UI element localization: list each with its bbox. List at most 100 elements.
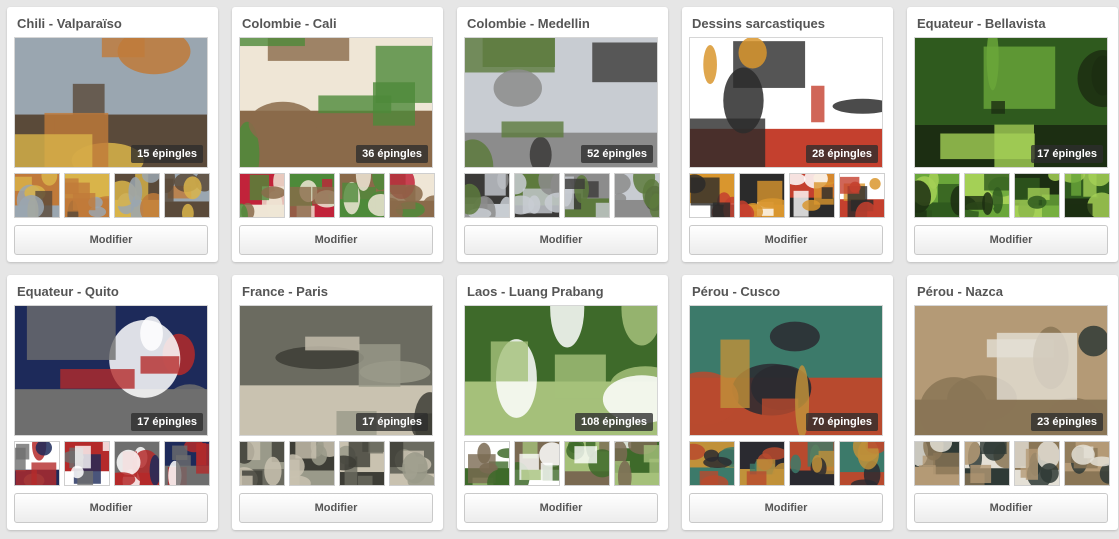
photo-icon <box>740 442 784 485</box>
board-thumbnail[interactable] <box>14 173 60 218</box>
board-thumbnail[interactable] <box>339 441 385 486</box>
board-thumbnail[interactable] <box>289 173 335 218</box>
board-thumbnail[interactable] <box>389 441 435 486</box>
board-thumbnail[interactable] <box>689 441 735 486</box>
pin-count-badge: 28 épingles <box>806 145 878 163</box>
board-title[interactable]: France - Paris <box>242 284 328 299</box>
board-cover-photo[interactable]: 52 épingles <box>464 37 658 168</box>
photo-icon <box>790 442 834 485</box>
modify-board-button[interactable]: Modifier <box>914 493 1108 523</box>
board-cover-photo[interactable]: 17 épingles <box>14 305 208 436</box>
board-thumbnail[interactable] <box>739 441 785 486</box>
board-cover-photo[interactable]: 28 épingles <box>689 37 883 168</box>
board-thumbnail[interactable] <box>64 173 110 218</box>
board-thumbnail[interactable] <box>739 173 785 218</box>
board-card[interactable]: Chili - Valparaïso 15 épingles Modifier <box>7 7 218 262</box>
modify-board-button[interactable]: Modifier <box>914 225 1108 255</box>
board-card[interactable]: Colombie - Medellin 52 épingles Modifier <box>457 7 668 262</box>
photo-icon <box>1065 442 1109 485</box>
pin-count-badge: 23 épingles <box>1031 413 1103 431</box>
board-thumbnail[interactable] <box>164 441 210 486</box>
photo-icon <box>390 442 434 485</box>
board-title[interactable]: Equateur - Bellavista <box>917 16 1046 31</box>
photo-icon <box>840 174 884 217</box>
board-card[interactable]: Equateur - Quito 17 épingles Modifier <box>7 275 218 530</box>
board-thumbnail[interactable] <box>839 173 885 218</box>
board-thumbnail[interactable] <box>114 441 160 486</box>
modify-board-button[interactable]: Modifier <box>464 493 658 523</box>
board-title[interactable]: Colombie - Cali <box>242 16 337 31</box>
photo-icon <box>65 174 109 217</box>
board-cover-photo[interactable]: 17 épingles <box>239 305 433 436</box>
board-card[interactable]: Colombie - Cali 36 épingles Modifier <box>232 7 443 262</box>
board-thumbnail[interactable] <box>164 173 210 218</box>
board-card[interactable]: Pérou - Nazca 23 épingles Modifier <box>907 275 1118 530</box>
photo-icon <box>15 442 59 485</box>
board-thumbnail[interactable] <box>789 173 835 218</box>
board-title[interactable]: Colombie - Medellin <box>467 16 590 31</box>
board-thumbnail[interactable] <box>614 441 660 486</box>
board-thumbnail[interactable] <box>114 173 160 218</box>
photo-icon <box>290 442 334 485</box>
pin-count-badge: 17 épingles <box>1031 145 1103 163</box>
board-thumbnail[interactable] <box>514 441 560 486</box>
board-cover-photo[interactable]: 36 épingles <box>239 37 433 168</box>
board-thumbnail[interactable] <box>789 441 835 486</box>
board-thumbnail[interactable] <box>839 441 885 486</box>
board-thumbnail[interactable] <box>239 173 285 218</box>
modify-board-button[interactable]: Modifier <box>14 225 208 255</box>
board-card[interactable]: France - Paris 17 épingles Modifier <box>232 275 443 530</box>
board-cover-photo[interactable]: 17 épingles <box>914 37 1108 168</box>
photo-icon <box>690 442 734 485</box>
board-thumbnail[interactable] <box>1064 173 1110 218</box>
board-card[interactable]: Dessins sarcastiques 28 épingles Modifier <box>682 7 893 262</box>
board-thumbnail[interactable] <box>464 173 510 218</box>
board-thumbnail[interactable] <box>914 173 960 218</box>
board-thumbnail[interactable] <box>514 173 560 218</box>
board-title[interactable]: Pérou - Cusco <box>692 284 780 299</box>
board-title[interactable]: Pérou - Nazca <box>917 284 1003 299</box>
board-thumbnail[interactable] <box>964 441 1010 486</box>
board-thumbnail[interactable] <box>239 441 285 486</box>
board-thumbnail[interactable] <box>1014 173 1060 218</box>
modify-board-button[interactable]: Modifier <box>689 225 883 255</box>
modify-board-button[interactable]: Modifier <box>239 225 433 255</box>
board-thumbnail[interactable] <box>689 173 735 218</box>
board-thumbnail[interactable] <box>914 441 960 486</box>
board-thumbnail[interactable] <box>339 173 385 218</box>
board-thumbnail[interactable] <box>1014 441 1060 486</box>
thumbnail-strip <box>239 441 435 486</box>
photo-icon <box>515 442 559 485</box>
photo-icon <box>840 442 884 485</box>
board-thumbnail[interactable] <box>14 441 60 486</box>
board-cover-photo[interactable]: 23 épingles <box>914 305 1108 436</box>
board-thumbnail[interactable] <box>1064 441 1110 486</box>
thumbnail-strip <box>464 441 660 486</box>
board-thumbnail[interactable] <box>64 441 110 486</box>
modify-board-button[interactable]: Modifier <box>239 493 433 523</box>
board-card[interactable]: Pérou - Cusco 70 épingles Modifier <box>682 275 893 530</box>
board-thumbnail[interactable] <box>389 173 435 218</box>
board-thumbnail[interactable] <box>564 173 610 218</box>
pin-count-badge: 52 épingles <box>581 145 653 163</box>
board-card[interactable]: Equateur - Bellavista 17 épingles Modifier <box>907 7 1118 262</box>
board-card[interactable]: Laos - Luang Prabang 108 épingles Modifier <box>457 275 668 530</box>
pin-count-badge: 17 épingles <box>131 413 203 431</box>
thumbnail-strip <box>689 441 885 486</box>
board-title[interactable]: Laos - Luang Prabang <box>467 284 604 299</box>
photo-icon <box>790 174 834 217</box>
board-thumbnail[interactable] <box>614 173 660 218</box>
board-title[interactable]: Equateur - Quito <box>17 284 119 299</box>
board-cover-photo[interactable]: 15 épingles <box>14 37 208 168</box>
modify-board-button[interactable]: Modifier <box>14 493 208 523</box>
board-thumbnail[interactable] <box>564 441 610 486</box>
board-cover-photo[interactable]: 108 épingles <box>464 305 658 436</box>
modify-board-button[interactable]: Modifier <box>464 225 658 255</box>
board-title[interactable]: Dessins sarcastiques <box>692 16 825 31</box>
board-thumbnail[interactable] <box>464 441 510 486</box>
board-cover-photo[interactable]: 70 épingles <box>689 305 883 436</box>
board-title[interactable]: Chili - Valparaïso <box>17 16 122 31</box>
board-thumbnail[interactable] <box>289 441 335 486</box>
modify-board-button[interactable]: Modifier <box>689 493 883 523</box>
board-thumbnail[interactable] <box>964 173 1010 218</box>
